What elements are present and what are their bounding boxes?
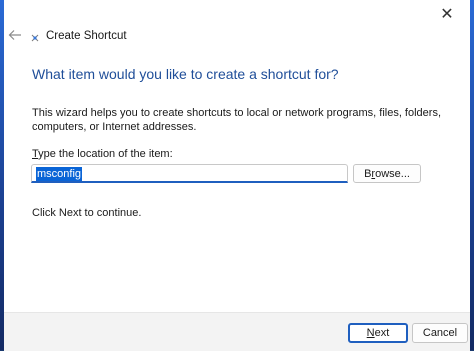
shortcut-icon [30, 33, 40, 43]
location-input-value[interactable]: msconfig [36, 167, 83, 181]
desktop-background-right [470, 0, 474, 350]
dialog-footer: Next Cancel [4, 312, 470, 351]
browse-button[interactable]: Br owse... [353, 164, 421, 183]
browse-label-post: owse... [375, 167, 410, 180]
next-label-accel: N [366, 327, 375, 339]
close-button[interactable]: ✕ [424, 0, 470, 30]
close-icon: ✕ [440, 6, 454, 23]
next-label-text: ext [374, 327, 390, 339]
title-bar: ✕ Create Shortcut [4, 0, 470, 56]
browse-label-pre: B [364, 167, 372, 180]
arrow-left-icon [8, 30, 21, 40]
location-label-text: ype the location of the item: [38, 148, 173, 160]
location-label: Type the location of the item: [32, 148, 173, 160]
cancel-button[interactable]: Cancel [412, 323, 468, 343]
cancel-label: Cancel [422, 327, 458, 339]
create-shortcut-dialog: ✕ Create Shortcut What item would you li… [4, 0, 470, 351]
next-button[interactable]: Next [348, 323, 408, 343]
back-button[interactable] [4, 24, 26, 46]
location-field[interactable]: msconfig [31, 164, 348, 183]
window-title: Create Shortcut [46, 30, 127, 42]
wizard-description: This wizard helps you to create shortcut… [32, 107, 442, 133]
continue-instruction: Click Next to continue. [32, 207, 142, 219]
page-heading: What item would you like to create a sho… [32, 66, 339, 82]
